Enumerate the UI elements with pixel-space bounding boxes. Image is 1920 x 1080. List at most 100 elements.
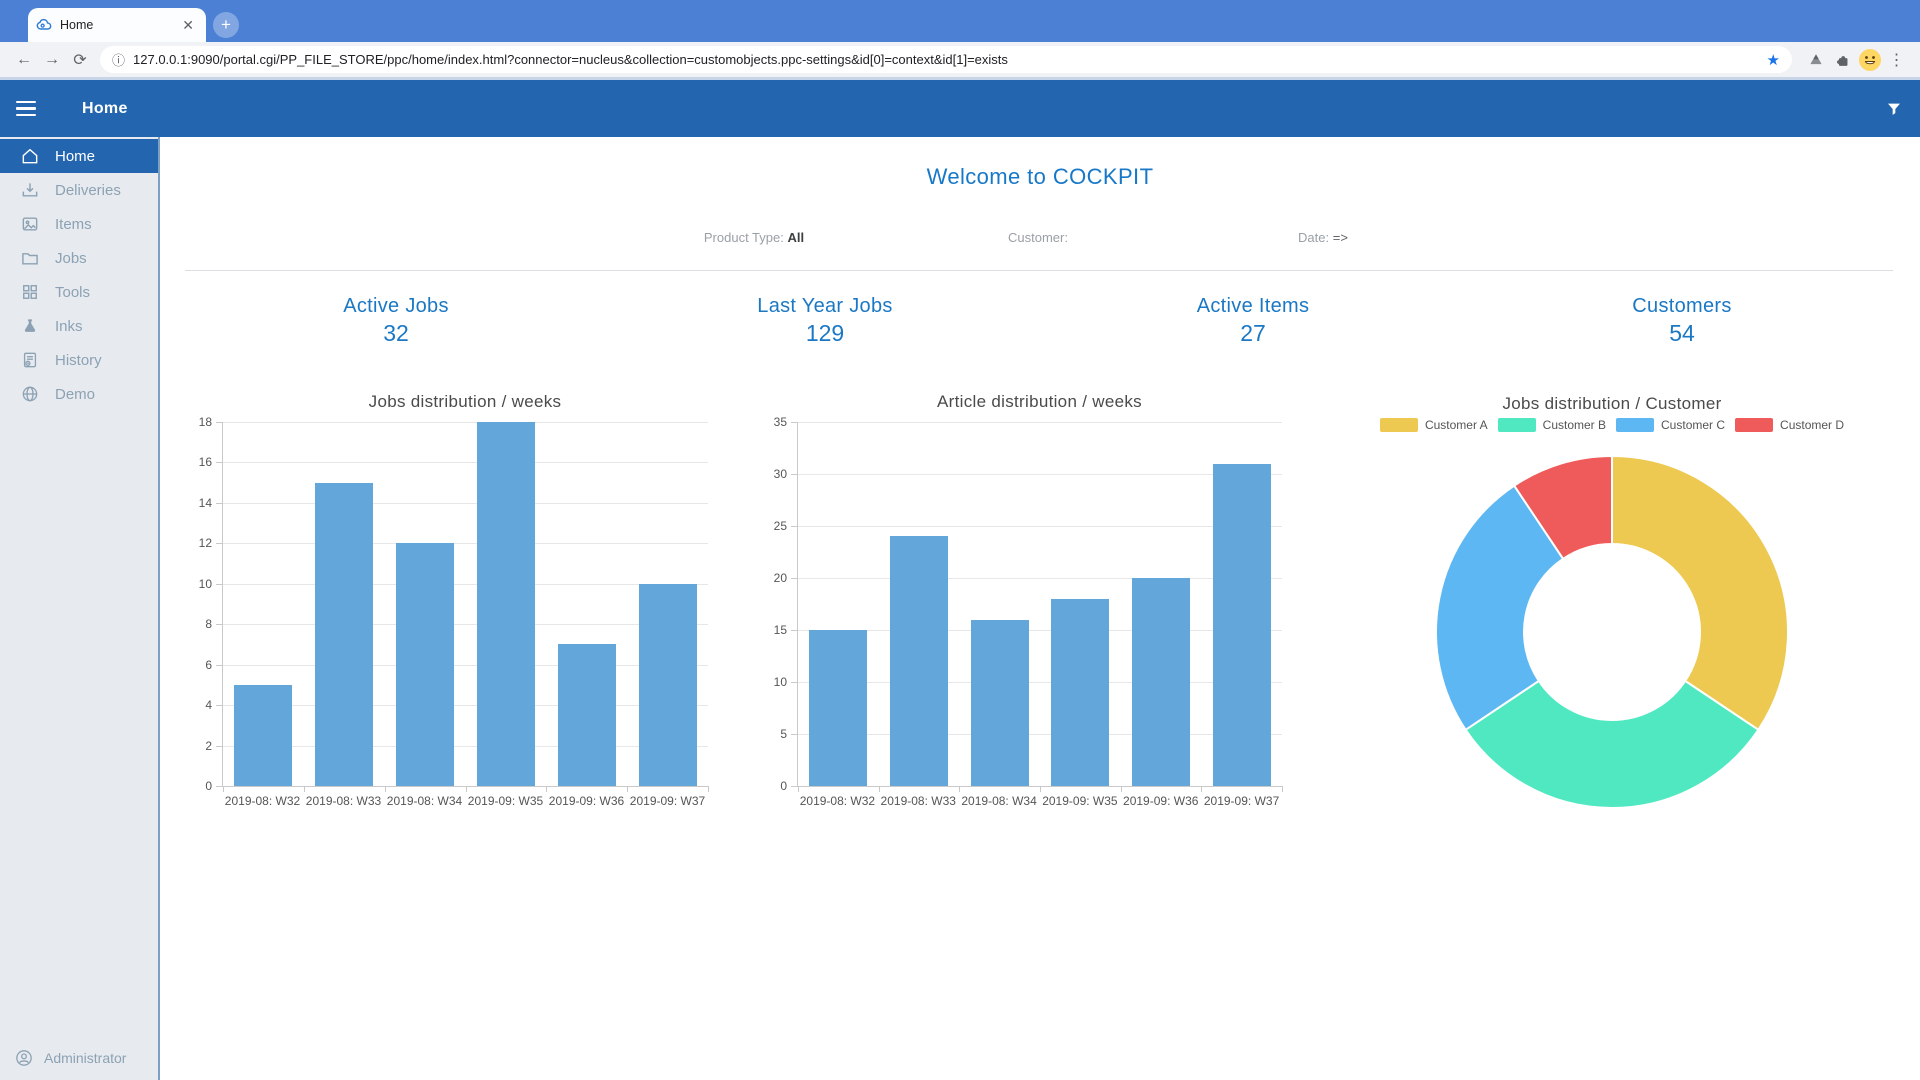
- sidebar-item-label: Items: [55, 216, 92, 233]
- new-tab-button[interactable]: +: [213, 12, 239, 38]
- y-axis-tick: [216, 665, 222, 666]
- menu-hamburger-icon[interactable]: [16, 101, 36, 117]
- image-icon: [20, 214, 40, 234]
- y-axis-tick: [216, 422, 222, 423]
- y-axis-tick-label: 15: [774, 623, 787, 637]
- filter-customer[interactable]: Customer:: [888, 230, 1188, 245]
- donut-legend: Customer A Customer B Customer C Customer D: [1362, 418, 1862, 432]
- y-axis-tick: [216, 503, 222, 504]
- legend-label: Customer C: [1661, 418, 1725, 432]
- y-axis-tick-label: 35: [774, 415, 787, 429]
- user-circle-icon: [14, 1048, 34, 1068]
- y-axis-tick: [791, 630, 797, 631]
- y-axis-tick-label: 5: [780, 727, 787, 741]
- x-axis-tick: [798, 786, 799, 792]
- x-axis-tick: [959, 786, 960, 792]
- sidebar-item-demo[interactable]: Demo: [0, 377, 158, 411]
- chart-title: Jobs distribution / weeks: [192, 392, 738, 412]
- y-axis-tick-label: 0: [780, 779, 787, 793]
- gridline: [223, 665, 708, 666]
- sidebar-item-history[interactable]: History: [0, 343, 158, 377]
- y-axis-tick-label: 0: [205, 779, 212, 793]
- filter-value: =>: [1333, 230, 1348, 245]
- profile-avatar[interactable]: [1856, 46, 1883, 73]
- x-axis-tick: [708, 786, 709, 792]
- bookmark-star-icon[interactable]: ★: [1767, 51, 1780, 69]
- url-text[interactable]: 127.0.0.1:9090/portal.cgi/PP_FILE_STORE/…: [133, 52, 1755, 67]
- y-axis-tick-label: 25: [774, 519, 787, 533]
- sidebar-item-label: Deliveries: [55, 182, 121, 199]
- stat-last-year-jobs: Last Year Jobs 129: [675, 295, 975, 347]
- gridline: [223, 503, 708, 504]
- sidebar-item-label: Home: [55, 148, 95, 165]
- browser-toolbar: ← → ⟳ ⓘ 127.0.0.1:9090/portal.cgi/PP_FIL…: [0, 42, 1920, 77]
- x-axis-category-label: 2019-09: W35: [1039, 794, 1120, 808]
- filter-funnel-icon[interactable]: [1886, 101, 1902, 117]
- browser-menu-icon[interactable]: ⋮: [1883, 46, 1910, 73]
- welcome-title: Welcome to COCKPIT: [160, 164, 1920, 190]
- y-axis-tick-label: 4: [205, 698, 212, 712]
- bar: [396, 543, 454, 786]
- sidebar-item-items[interactable]: Items: [0, 207, 158, 241]
- extensions-puzzle-icon[interactable]: [1829, 46, 1856, 73]
- y-axis-tick: [791, 786, 797, 787]
- legend-item[interactable]: Customer A: [1380, 418, 1488, 432]
- filter-product-type[interactable]: Product Type: All: [604, 230, 904, 245]
- page-title: Home: [82, 100, 128, 118]
- forward-icon[interactable]: →: [38, 51, 66, 69]
- site-info-icon[interactable]: ⓘ: [112, 50, 125, 69]
- legend-item[interactable]: Customer D: [1735, 418, 1844, 432]
- legend-label: Customer A: [1425, 418, 1488, 432]
- x-axis-category-label: 2019-08: W34: [384, 794, 465, 808]
- chart-title: Jobs distribution / Customer: [1432, 394, 1792, 414]
- y-axis-tick: [791, 682, 797, 683]
- address-bar[interactable]: ⓘ 127.0.0.1:9090/portal.cgi/PP_FILE_STOR…: [100, 46, 1792, 73]
- sidebar-item-home[interactable]: Home: [0, 139, 158, 173]
- sidebar-item-tools[interactable]: Tools: [0, 275, 158, 309]
- stat-value: 54: [1532, 320, 1832, 347]
- sidebar-item-label: Demo: [55, 386, 95, 403]
- home-icon: [20, 146, 40, 166]
- sidebar-user[interactable]: Administrator: [0, 1042, 158, 1074]
- legend-item[interactable]: Customer C: [1616, 418, 1725, 432]
- sidebar-item-inks[interactable]: Inks: [0, 309, 158, 343]
- gridline: [798, 734, 1282, 735]
- jobs-distribution-chart: Jobs distribution / weeks 02468101214161…: [222, 422, 708, 787]
- folder-icon: [20, 248, 40, 268]
- donut-slice-customer-a: [1612, 456, 1788, 730]
- x-axis-category-label: 2019-09: W36: [546, 794, 627, 808]
- bar: [315, 483, 373, 786]
- y-axis-tick-label: 2: [205, 739, 212, 753]
- y-axis-tick-label: 10: [774, 675, 787, 689]
- sidebar-item-deliveries[interactable]: Deliveries: [0, 173, 158, 207]
- x-axis-tick: [223, 786, 224, 792]
- sidebar-item-jobs[interactable]: Jobs: [0, 241, 158, 275]
- bar: [1213, 464, 1271, 786]
- y-axis-tick-label: 30: [774, 467, 787, 481]
- filter-date[interactable]: Date: =>: [1173, 230, 1473, 245]
- y-axis-tick-label: 20: [774, 571, 787, 585]
- y-axis-tick: [216, 746, 222, 747]
- bar: [1051, 599, 1109, 786]
- x-axis-tick: [304, 786, 305, 792]
- stat-label: Active Jobs: [246, 295, 546, 318]
- gridline: [798, 422, 1282, 423]
- chart-title: Article distribution / weeks: [767, 392, 1312, 412]
- gridline: [223, 543, 708, 544]
- bar: [809, 630, 867, 786]
- tab-close-icon[interactable]: ✕: [178, 16, 198, 34]
- drive-extension-icon[interactable]: [1802, 46, 1829, 73]
- legend-item[interactable]: Customer B: [1498, 418, 1606, 432]
- gridline: [798, 578, 1282, 579]
- x-axis-tick: [1040, 786, 1041, 792]
- globe-icon: [20, 384, 40, 404]
- sidebar-user-label: Administrator: [44, 1050, 126, 1066]
- gridline: [798, 682, 1282, 683]
- gridline: [223, 624, 708, 625]
- back-icon[interactable]: ←: [10, 51, 38, 69]
- y-axis-tick: [216, 705, 222, 706]
- stat-active-jobs: Active Jobs 32: [246, 295, 546, 347]
- sidebar: Home Deliveries Items Jobs Tools Inks Hi…: [0, 137, 160, 1080]
- browser-tab[interactable]: Home ✕: [28, 8, 206, 42]
- reload-icon[interactable]: ⟳: [66, 50, 94, 70]
